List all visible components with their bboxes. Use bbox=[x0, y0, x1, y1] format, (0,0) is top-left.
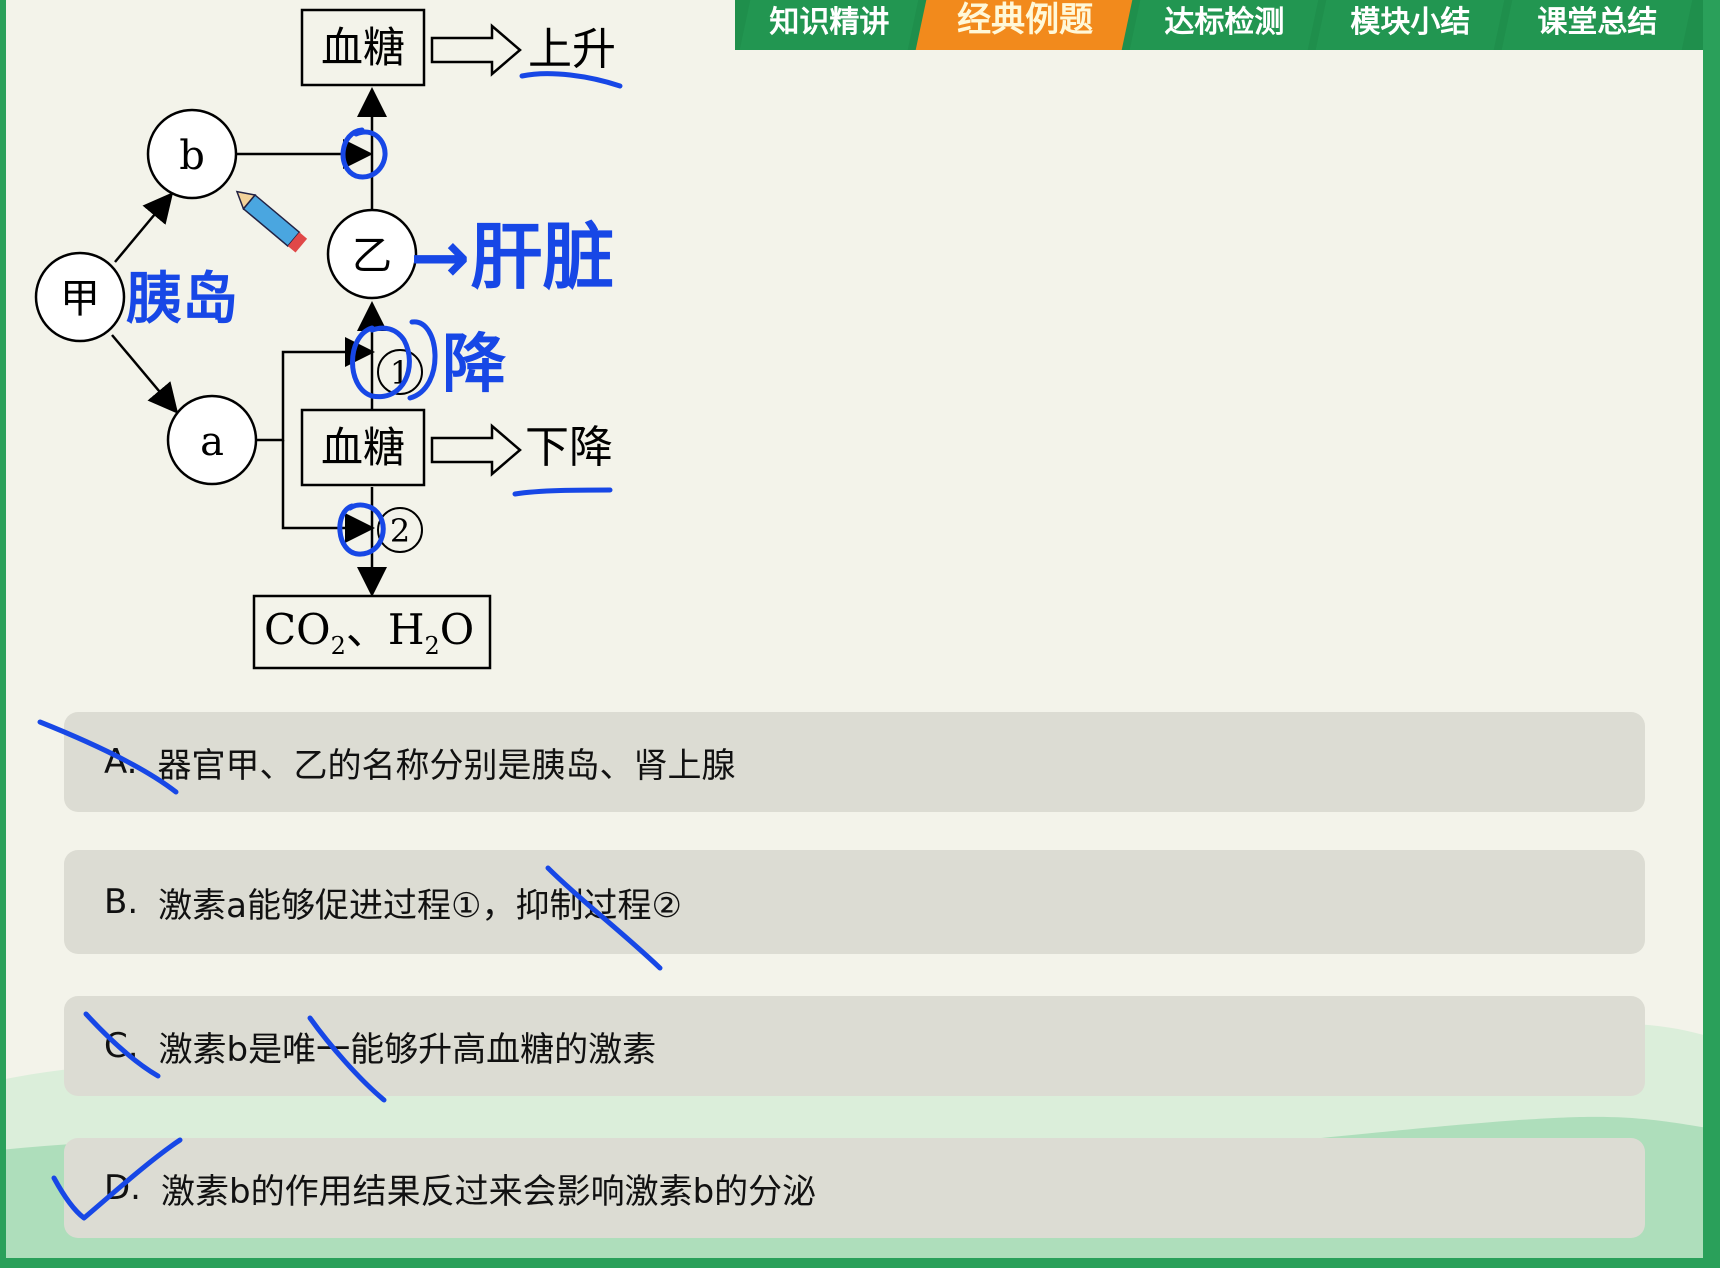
process-1-label: 1 bbox=[390, 354, 410, 392]
option-a-text: 器官甲、乙的名称分别是胰岛、肾上腺 bbox=[157, 745, 736, 786]
frame-bottom bbox=[0, 1258, 1720, 1268]
option-a[interactable]: A. 器官甲、乙的名称分别是胰岛、肾上腺 bbox=[64, 712, 1645, 812]
option-d[interactable]: D. 激素b的作用结果反过来会影响激素b的分泌 bbox=[64, 1138, 1645, 1238]
option-b-letter: B. bbox=[104, 882, 139, 922]
option-c-label: C. 激素b是唯一能够升高血糖的激素 bbox=[104, 996, 656, 1096]
option-c[interactable]: C. 激素b是唯一能够升高血糖的激素 bbox=[64, 996, 1645, 1096]
node-yi-label: 乙 bbox=[352, 233, 392, 279]
node-a-label: a bbox=[200, 419, 224, 465]
arrow-jia-to-b bbox=[114, 192, 174, 263]
process-2-label: 2 bbox=[390, 512, 410, 550]
blood-sugar-label-top: 血糖 bbox=[321, 23, 405, 72]
option-d-text: 激素b的作用结果反过来会影响激素b的分泌 bbox=[161, 1171, 817, 1212]
tab-module-summary[interactable]: 模块小结 bbox=[1315, 0, 1505, 50]
node-jia-label: 甲 bbox=[60, 276, 100, 322]
option-d-letter: D. bbox=[104, 1168, 141, 1208]
option-b-label: B. 激素a能够促进过程①，抑制过程② bbox=[104, 850, 682, 954]
products-label: CO2、H2O bbox=[264, 605, 474, 660]
hollow-arrow-up-icon bbox=[430, 23, 522, 77]
section-tab-bar: 知识精讲 经典例题 达标检测 模块小结 课堂总结 bbox=[735, 0, 1703, 50]
tab-class-summary[interactable]: 课堂总结 bbox=[1501, 0, 1693, 50]
option-b-text: 激素a能够促进过程①，抑制过程② bbox=[158, 885, 682, 926]
tab-assessment[interactable]: 达标检测 bbox=[1129, 0, 1319, 50]
option-b[interactable]: B. 激素a能够促进过程①，抑制过程② bbox=[64, 850, 1645, 954]
pencil-icon bbox=[235, 190, 308, 253]
option-a-label: A. 器官甲、乙的名称分别是胰岛、肾上腺 bbox=[104, 712, 735, 812]
frame-right bbox=[1703, 0, 1720, 1268]
option-d-label: D. 激素b的作用结果反过来会影响激素b的分泌 bbox=[104, 1138, 816, 1238]
option-c-letter: C. bbox=[104, 1026, 139, 1066]
arrow-jia-to-a bbox=[111, 334, 179, 414]
option-c-text: 激素b是唯一能够升高血糖的激素 bbox=[158, 1029, 657, 1070]
option-a-letter: A. bbox=[104, 742, 138, 782]
node-b-label: b bbox=[179, 133, 205, 179]
hollow-arrow-down-icon bbox=[430, 423, 522, 477]
result-down-label: 下降 bbox=[525, 422, 613, 473]
tab-knowledge[interactable]: 知识精讲 bbox=[739, 0, 919, 50]
result-up-label: 上升 bbox=[528, 24, 616, 75]
blood-sugar-regulation-diagram: 血糖 上升 b 甲 乙 a 1 2 血糖 下降 CO2、H2O bbox=[34, 8, 616, 670]
blood-sugar-label-mid: 血糖 bbox=[321, 423, 405, 472]
tab-examples[interactable]: 经典例题 bbox=[915, 0, 1133, 50]
